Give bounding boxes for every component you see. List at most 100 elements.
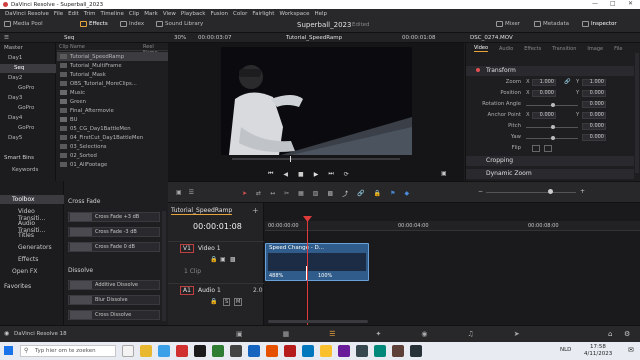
notifications-icon[interactable]: ✉	[628, 346, 634, 354]
viewer-scrubber[interactable]	[232, 158, 400, 160]
app-icon-blue[interactable]	[248, 345, 260, 357]
app-icon-brown[interactable]	[392, 345, 404, 357]
tab-effects[interactable]: Effects	[524, 46, 541, 52]
app-icon-charcoal[interactable]	[410, 345, 422, 357]
yaw-field[interactable]: 0.000	[582, 134, 606, 141]
taskbar-search[interactable]: ⚲ Typ hier om te zoeken	[20, 345, 116, 357]
track-visibility-icon[interactable]: ▩	[230, 256, 236, 263]
speed-left[interactable]: 488%	[269, 273, 283, 279]
app-icon-orange[interactable]	[266, 345, 278, 357]
dynamic-trim-icon[interactable]: ↔	[270, 190, 275, 197]
bin-seq[interactable]: Seq	[14, 65, 24, 71]
bin-gopro-1[interactable]: GoPro	[18, 85, 34, 91]
tab-image[interactable]: Image	[587, 46, 603, 52]
audio-lock-icon[interactable]: 🔒	[210, 298, 217, 305]
menu-timeline[interactable]: Timeline	[101, 11, 124, 17]
stop-icon[interactable]: ■	[298, 171, 304, 178]
clock-time[interactable]: 17:58	[590, 344, 606, 350]
page-fairlight-icon[interactable]: ♫	[468, 330, 474, 338]
timeline-zoom-handle[interactable]	[548, 189, 553, 194]
page-fusion-icon[interactable]: ✦	[376, 330, 382, 338]
list-item[interactable]: Tutorial_MultiFrame	[57, 61, 168, 70]
linked-selection-icon[interactable]: 🔗	[357, 190, 364, 197]
effects-scrollbar[interactable]	[162, 211, 166, 321]
smart-bins-header[interactable]: Smart Bins	[4, 155, 34, 161]
bin-day5[interactable]: Day5	[8, 135, 22, 141]
list-item[interactable]: OBS_Tutorial_MoreClips...	[57, 79, 168, 88]
menu-davinci[interactable]: DaVinci Resolve	[5, 11, 49, 17]
rotation-field[interactable]: 0.000	[582, 101, 606, 108]
file-explorer-icon[interactable]	[140, 345, 152, 357]
tree-effects[interactable]: Effects	[18, 256, 38, 263]
mixer-button[interactable]: Mixer	[496, 21, 520, 27]
zoom-out-icon[interactable]: −	[478, 188, 483, 195]
track-lock-icon[interactable]: 🔒	[210, 256, 217, 263]
transform-section[interactable]: Transform	[466, 66, 634, 76]
app-icon-cyan[interactable]	[302, 345, 314, 357]
insert-clip-icon[interactable]: ▦	[298, 190, 304, 197]
effect-cross-dissolve[interactable]: Cross Dissolve	[68, 310, 160, 320]
list-item[interactable]: Tutorial_Mask	[57, 70, 168, 79]
page-color-icon[interactable]: ◉	[421, 330, 427, 338]
tree-generators[interactable]: Generators	[18, 244, 52, 251]
tree-open-fx[interactable]: Open FX	[12, 268, 38, 275]
smart-bin-keywords[interactable]: Keywords	[12, 167, 38, 173]
resolve-taskbar-icon[interactable]	[194, 345, 206, 357]
timeline-ruler[interactable]: 00:00:00:00 00:00:04:00 00:00:08:00	[265, 221, 640, 231]
edge-icon[interactable]	[158, 345, 170, 357]
windows-start-icon[interactable]	[4, 346, 13, 355]
media-pool-button[interactable]: Media Pool	[4, 21, 43, 27]
viewer-timeline-name[interactable]: Tutorial_SpeedRamp	[286, 35, 342, 41]
list-item[interactable]: Music	[57, 88, 168, 97]
blade-tool-icon[interactable]: ✂	[284, 190, 289, 197]
speed-right[interactable]: 100%	[318, 273, 332, 279]
add-timeline-icon[interactable]: +	[252, 206, 259, 215]
play-reverse-icon[interactable]: ◀	[283, 171, 288, 178]
bin-gopro-2[interactable]: GoPro	[18, 105, 34, 111]
viewer-zoom[interactable]: 30%	[174, 35, 186, 41]
zoom-y-field[interactable]: 1.000	[582, 79, 606, 86]
yaw-slider-handle[interactable]	[551, 136, 555, 140]
list-item[interactable]: 04_FirstCut_Day1BattleMen	[57, 133, 168, 142]
menu-help[interactable]: Help	[315, 11, 328, 17]
bin-seq-selected[interactable]	[0, 64, 56, 73]
metadata-button[interactable]: Metadata	[534, 21, 569, 27]
home-icon[interactable]: ⌂	[608, 330, 612, 338]
solo-button[interactable]: S	[223, 298, 231, 306]
menu-clip[interactable]: Clip	[129, 11, 139, 17]
page-media-icon[interactable]: ▣	[236, 330, 243, 338]
effects-button[interactable]: Effects	[80, 21, 108, 27]
skip-end-icon[interactable]: ⏭	[328, 170, 333, 178]
page-edit-icon[interactable]: ☰	[329, 330, 335, 338]
link-icon[interactable]: 🔗	[564, 79, 571, 85]
selection-tool-icon[interactable]: ➤	[242, 190, 247, 197]
col-clip-name[interactable]: Clip Name	[59, 44, 85, 50]
timeline-hscroll[interactable]	[268, 320, 368, 323]
pitch-field[interactable]: 0.000	[582, 123, 606, 130]
list-item[interactable]: BU	[57, 115, 168, 124]
timeline-view-icon[interactable]: ▣	[176, 189, 182, 196]
menu-edit[interactable]: Edit	[68, 11, 79, 17]
auto-select-icon[interactable]: ▣	[220, 256, 226, 263]
mute-button[interactable]: M	[234, 298, 243, 306]
playhead[interactable]	[307, 218, 308, 325]
close-icon[interactable]: ✕	[628, 0, 633, 7]
menu-color[interactable]: Color	[233, 11, 247, 17]
tab-transition[interactable]: Transition	[552, 46, 576, 52]
zoom-in-icon[interactable]: +	[580, 188, 585, 195]
effect-cross-fade-minus3[interactable]: Cross Fade -3 dB	[68, 227, 160, 237]
list-item[interactable]: Tutorial_SpeedRamp	[57, 52, 168, 61]
chrome-icon[interactable]	[320, 345, 332, 357]
effect-cross-fade-0[interactable]: Cross Fade 0 dB	[68, 242, 160, 252]
flip-horizontal-icon[interactable]	[532, 145, 540, 152]
app-icon-slate[interactable]	[356, 345, 368, 357]
app-icon-purple[interactable]	[338, 345, 350, 357]
list-item[interactable]: Final_Aftermovie	[57, 106, 168, 115]
menu-mark[interactable]: Mark	[144, 11, 158, 17]
track-options-icon[interactable]: ☰	[189, 189, 194, 196]
loop-icon[interactable]: ⟳	[344, 171, 349, 178]
trim-tool-icon[interactable]: ⇄	[256, 190, 261, 197]
menu-file[interactable]: File	[54, 11, 63, 17]
zoom-x-field[interactable]: 1.000	[532, 79, 556, 86]
audio-track-id[interactable]: A1	[180, 286, 194, 295]
